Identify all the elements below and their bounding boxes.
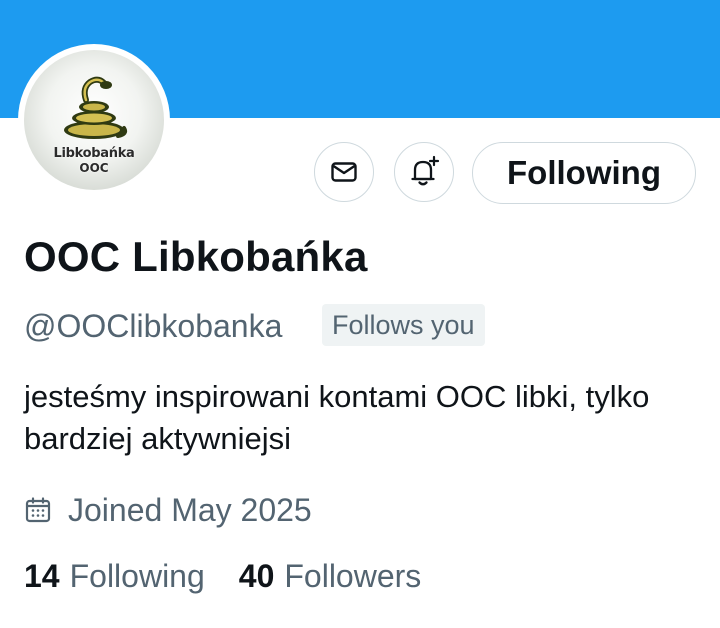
user-handle: @OOClibkobanka (24, 308, 283, 344)
followers-label: Followers (284, 558, 422, 594)
joined-text: Joined May 2025 (68, 491, 312, 528)
joined-date: Joined May 2025 (24, 490, 312, 530)
avatar-logo-text: Libkobańka (53, 146, 135, 161)
avatar[interactable]: Libkobańka OOC (18, 44, 170, 196)
followers-link[interactable]: 40 Followers (239, 558, 422, 595)
display-name: OOC Libkobańka (24, 233, 368, 280)
following-link[interactable]: 14 Following (24, 558, 205, 595)
avatar-image: Libkobańka OOC (24, 50, 164, 190)
bell-plus-icon (411, 155, 440, 186)
following-count: 14 (24, 558, 60, 594)
following-button[interactable]: Following (472, 142, 696, 204)
notifications-button[interactable] (394, 142, 454, 202)
follows-you-badge: Follows you (322, 304, 485, 346)
calendar-icon (25, 497, 51, 523)
message-button[interactable] (314, 142, 374, 202)
followers-count: 40 (238, 558, 275, 594)
profile-bio: jesteśmy inspirowani kontami OOC libki, … (24, 379, 650, 456)
following-label: Following (69, 558, 205, 594)
mail-icon (331, 162, 357, 182)
follow-stats: 14 Following 40 Followers (24, 558, 421, 598)
avatar-logo-subtext: OOC (79, 161, 109, 175)
